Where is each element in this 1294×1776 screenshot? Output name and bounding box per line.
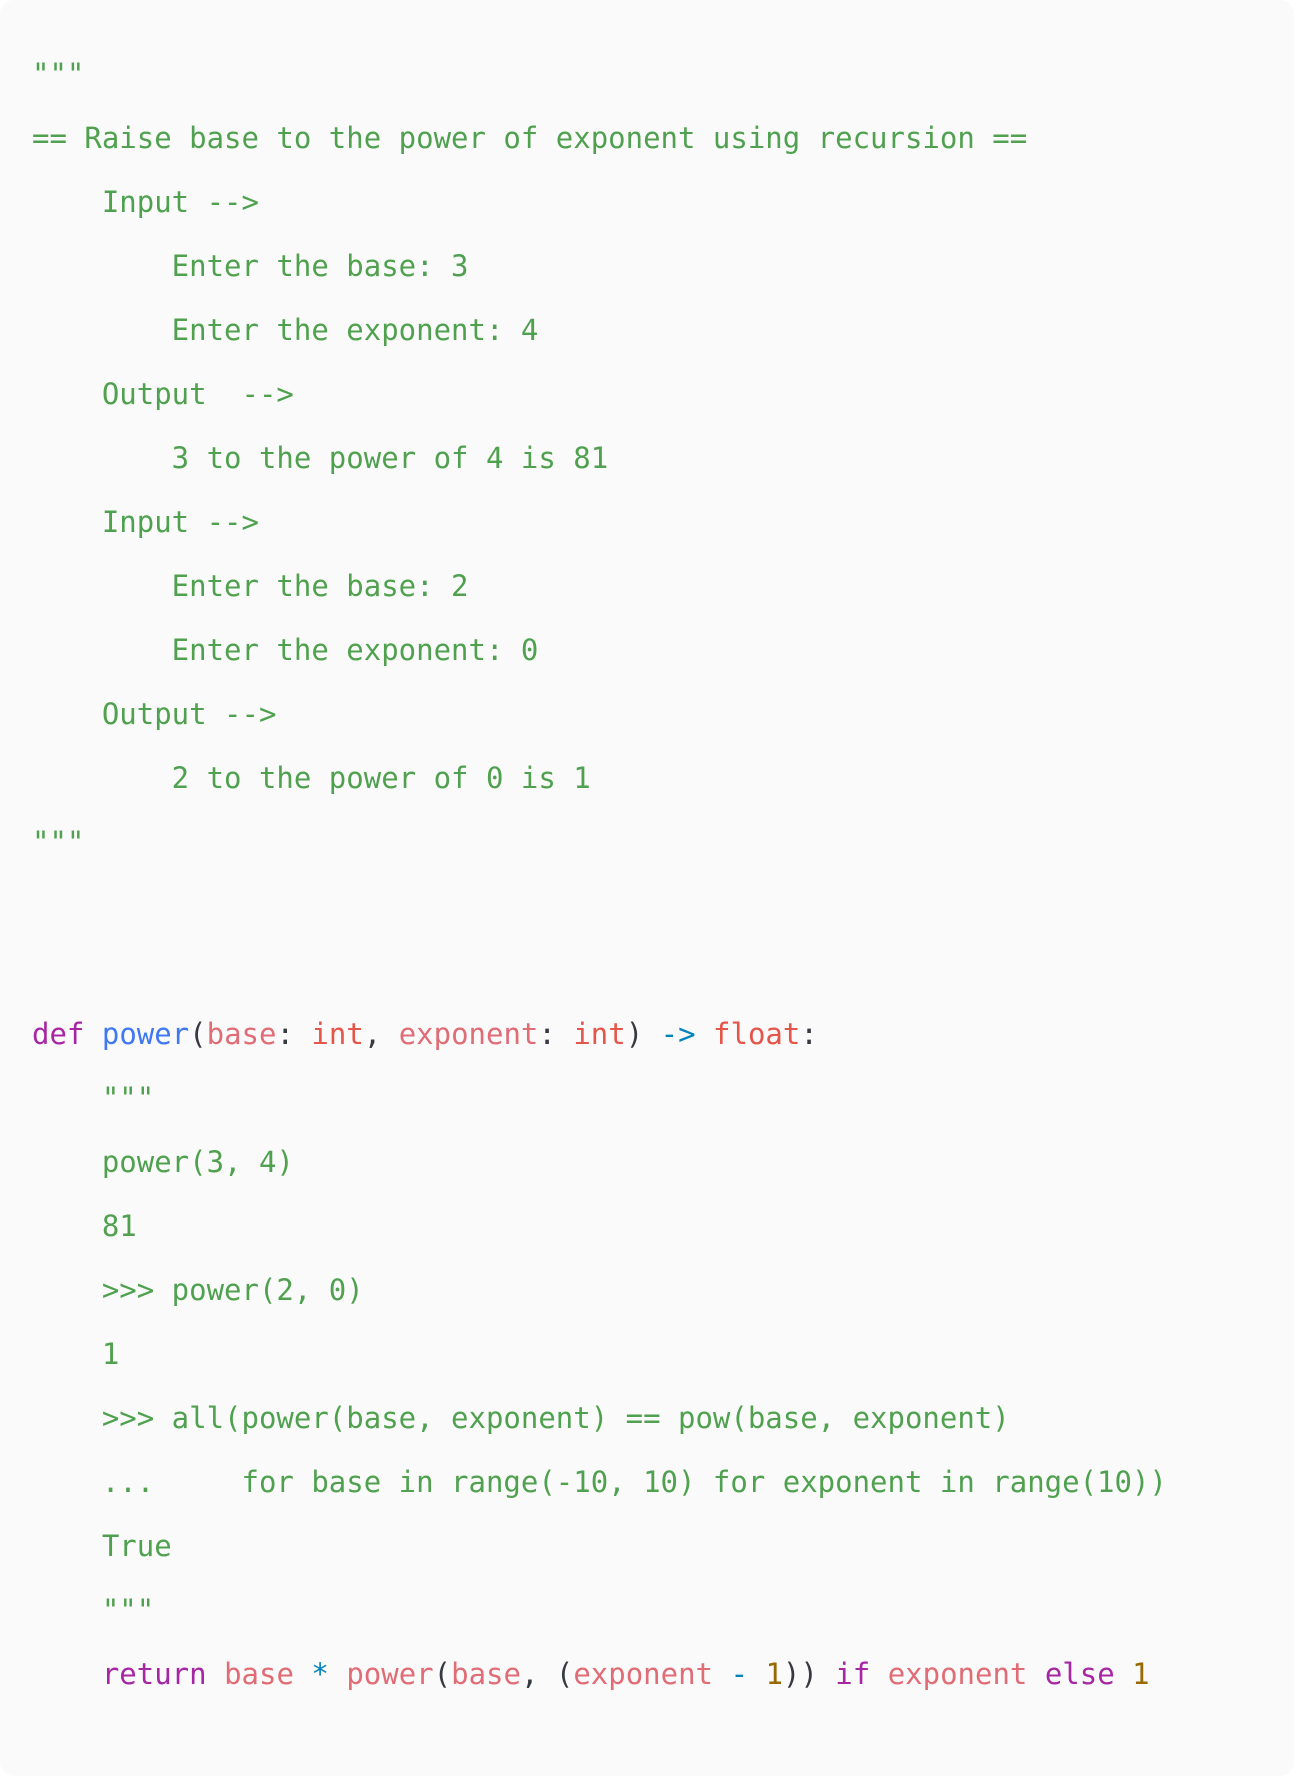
code-line: """ bbox=[32, 42, 1167, 106]
code-token: 1 bbox=[765, 1657, 783, 1691]
code-token: base bbox=[451, 1657, 521, 1691]
code-token: Input --> bbox=[32, 185, 259, 219]
code-token: Enter the exponent: 4 bbox=[32, 313, 539, 347]
code-token: int bbox=[573, 1017, 626, 1051]
code-token: power(3, 4) bbox=[32, 1145, 294, 1179]
code-token: base bbox=[224, 1657, 294, 1691]
code-content: """ == Raise base to the power of exponen… bbox=[32, 42, 1167, 1706]
code-token: 1 bbox=[32, 1337, 120, 1371]
code-token: - bbox=[730, 1657, 748, 1691]
code-block: """ == Raise base to the power of exponen… bbox=[0, 0, 1294, 1776]
code-line: 3 to the power of 4 is 81 bbox=[32, 426, 1167, 490]
code-line: Input --> bbox=[32, 490, 1167, 554]
code-token: True bbox=[32, 1529, 172, 1563]
code-line: 2 to the power of 0 is 1 bbox=[32, 746, 1167, 810]
code-token: Output --> bbox=[32, 377, 294, 411]
code-line: 81 bbox=[32, 1194, 1167, 1258]
code-line: """ bbox=[32, 810, 1167, 874]
code-line: power(3, 4) bbox=[32, 1130, 1167, 1194]
code-token: """ bbox=[32, 57, 85, 91]
code-line: Enter the base: 3 bbox=[32, 234, 1167, 298]
code-token: int bbox=[311, 1017, 364, 1051]
code-token: Enter the exponent: 0 bbox=[32, 633, 539, 667]
code-line: return base * power(base, (exponent - 1)… bbox=[32, 1642, 1167, 1706]
code-token: ... for base in range(-10, 10) for expon… bbox=[32, 1465, 1167, 1499]
code-line: >>> power(2, 0) bbox=[32, 1258, 1167, 1322]
code-line: Enter the exponent: 0 bbox=[32, 618, 1167, 682]
code-token: exponent bbox=[573, 1657, 714, 1691]
code-token: """ bbox=[32, 1081, 155, 1115]
code-token: return bbox=[101, 1657, 207, 1691]
code-line: True bbox=[32, 1514, 1167, 1578]
code-line: """ bbox=[32, 1578, 1167, 1642]
code-line: Enter the base: 2 bbox=[32, 554, 1167, 618]
code-line: Enter the exponent: 4 bbox=[32, 298, 1167, 362]
code-token: float bbox=[713, 1017, 801, 1051]
code-token: """ bbox=[32, 825, 85, 859]
code-token: : bbox=[538, 1017, 574, 1051]
code-token: power bbox=[101, 1017, 190, 1051]
code-token: base bbox=[206, 1017, 277, 1051]
code-token: : bbox=[276, 1017, 312, 1051]
code-token: -> bbox=[660, 1017, 696, 1051]
code-line: def power(base: int, exponent: int) -> f… bbox=[32, 1002, 1167, 1066]
code-token: Enter the base: 2 bbox=[32, 569, 469, 603]
code-line: Output --> bbox=[32, 362, 1167, 426]
code-token: Enter the base: 3 bbox=[32, 249, 469, 283]
code-token: 2 to the power of 0 is 1 bbox=[32, 761, 591, 795]
code-token: """ bbox=[32, 1593, 155, 1627]
code-token: else bbox=[1044, 1657, 1115, 1691]
code-token: def bbox=[32, 1017, 85, 1051]
code-token: )) bbox=[782, 1657, 836, 1691]
code-token: 1 bbox=[1132, 1657, 1150, 1691]
code-token: , ( bbox=[520, 1657, 574, 1691]
code-token: ( bbox=[189, 1017, 207, 1051]
code-token: 3 to the power of 4 is 81 bbox=[32, 441, 609, 475]
code-token: Input --> bbox=[32, 505, 259, 539]
code-token: : bbox=[800, 1017, 818, 1051]
code-line: >>> all(power(base, exponent) == pow(bas… bbox=[32, 1386, 1167, 1450]
code-line: == Raise base to the power of exponent u… bbox=[32, 106, 1167, 170]
code-token: power bbox=[346, 1657, 434, 1691]
code-line: 1 bbox=[32, 1322, 1167, 1386]
code-line: Input --> bbox=[32, 170, 1167, 234]
code-token: exponent bbox=[398, 1017, 539, 1051]
code-line: ... for base in range(-10, 10) for expon… bbox=[32, 1450, 1167, 1514]
code-token: * bbox=[311, 1657, 329, 1691]
code-token: >>> all(power(base, exponent) == pow(bas… bbox=[32, 1401, 1010, 1435]
code-token: , bbox=[363, 1017, 399, 1051]
code-line: Output --> bbox=[32, 682, 1167, 746]
code-token: == Raise base to the power of exponent u… bbox=[32, 121, 1028, 155]
code-line: """ bbox=[32, 1066, 1167, 1130]
code-token: >>> power(2, 0) bbox=[32, 1273, 364, 1307]
code-token: Output --> bbox=[32, 697, 277, 731]
code-token: ) bbox=[625, 1017, 661, 1051]
code-token: ( bbox=[433, 1657, 452, 1691]
code-token: exponent bbox=[887, 1657, 1028, 1691]
code-token: 81 bbox=[32, 1209, 137, 1243]
code-token: if bbox=[835, 1657, 871, 1691]
